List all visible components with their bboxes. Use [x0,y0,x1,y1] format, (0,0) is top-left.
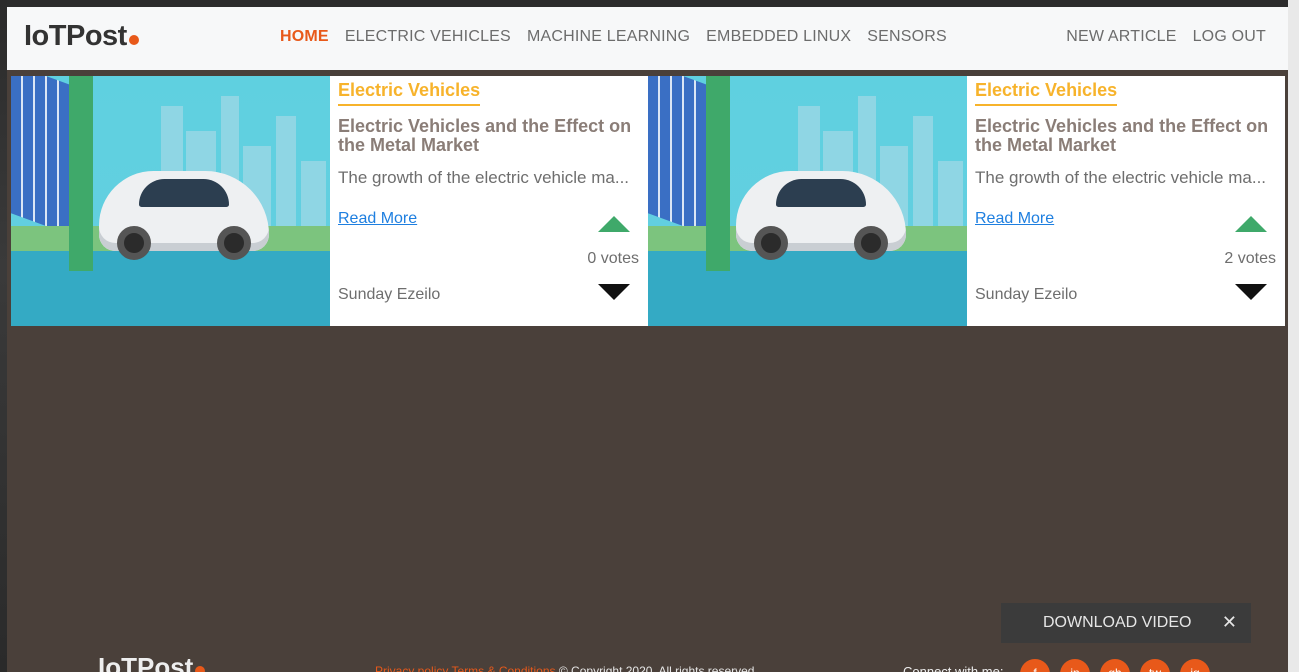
nav-electric-vehicles[interactable]: ELECTRIC VEHICLES [345,28,511,46]
copyright-text: © Copyright 2020. All rights reserved. [558,664,758,672]
linkedin-icon[interactable]: in [1060,659,1090,672]
nav-log-out[interactable]: LOG OUT [1193,28,1266,46]
article-title[interactable]: Electric Vehicles and the Effect on the … [338,117,640,155]
user-nav: NEW ARTICLE LOG OUT [1066,28,1282,46]
article-title[interactable]: Electric Vehicles and the Effect on the … [975,117,1277,155]
article-excerpt: The growth of the electric vehicle ma... [338,168,630,187]
connect-label: Connect with me: [903,664,1004,672]
nav-embedded-linux[interactable]: EMBEDDED LINUX [706,28,851,46]
article-author: Sunday Ezeilo [338,286,441,303]
window-top-edge [0,0,1299,7]
article-category[interactable]: Electric Vehicles [975,80,1118,106]
nav-machine-learning[interactable]: MACHINE LEARNING [527,28,690,46]
scrollbar-track[interactable] [1288,0,1299,672]
article-category[interactable]: Electric Vehicles [338,80,481,106]
upvote-arrow-icon[interactable] [1235,216,1267,232]
twitter-icon[interactable]: tw [1140,659,1170,672]
terms-link[interactable]: Terms & Conditions [451,664,555,672]
article-image[interactable] [648,76,967,326]
footer-logo[interactable]: IoTPost [98,652,206,672]
downvote-arrow-icon[interactable] [1235,284,1267,300]
vote-count: 0 votes [587,250,639,267]
nav-home[interactable]: HOME [280,28,329,46]
article-card: Electric Vehicles Electric Vehicles and … [648,76,1285,326]
article-image[interactable] [11,76,330,326]
article-author: Sunday Ezeilo [975,286,1078,303]
logo-dot-icon [128,35,139,45]
article-card: Electric Vehicles Electric Vehicles and … [11,76,648,326]
read-more-link[interactable]: Read More [975,210,1054,228]
nav-sensors[interactable]: SENSORS [867,28,947,46]
instagram-icon[interactable]: ig [1180,659,1210,672]
logo-dot-icon [195,666,206,672]
download-video-label[interactable]: DOWNLOAD VIDEO [1043,614,1191,632]
facebook-icon[interactable]: f [1020,659,1050,672]
downvote-arrow-icon[interactable] [598,284,630,300]
window-left-edge [0,0,7,672]
read-more-link[interactable]: Read More [338,210,417,228]
article-body: Electric Vehicles Electric Vehicles and … [967,76,1285,326]
site-logo[interactable]: IoTPost [24,20,139,53]
article-body: Electric Vehicles Electric Vehicles and … [330,76,648,326]
vote-count: 2 votes [1224,250,1276,267]
main-nav: HOME ELECTRIC VEHICLES MACHINE LEARNING … [280,28,963,46]
download-video-bar[interactable]: DOWNLOAD VIDEO ✕ [1001,603,1251,643]
upvote-arrow-icon[interactable] [598,216,630,232]
github-icon[interactable]: gh [1100,659,1130,672]
footer-links: Privacy policy Terms & Conditions © Copy… [375,664,758,672]
privacy-policy-link[interactable]: Privacy policy [375,664,448,672]
close-icon[interactable]: ✕ [1222,612,1237,633]
site-header: IoTPost HOME ELECTRIC VEHICLES MACHINE L… [7,7,1288,70]
nav-new-article[interactable]: NEW ARTICLE [1066,28,1176,46]
article-excerpt: The growth of the electric vehicle ma... [975,168,1267,187]
